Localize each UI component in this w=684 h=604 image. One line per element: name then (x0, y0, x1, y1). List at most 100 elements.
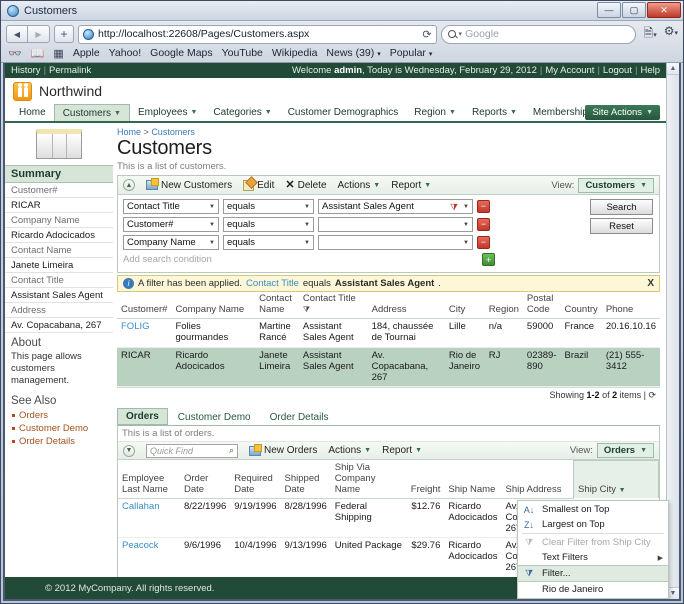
col-contact-name[interactable]: Contact Name (255, 292, 299, 319)
orders-view-selector[interactable]: Orders ▼ (596, 443, 654, 459)
col-employee-last-name[interactable]: Employee Last Name (118, 460, 180, 499)
collapse-icon[interactable]: ▲ (123, 179, 135, 191)
filter-field-select[interactable]: Contact Title ▼ (123, 199, 219, 214)
close-button[interactable]: ✕ (647, 2, 681, 18)
filter-value-input[interactable]: ▼ (318, 217, 473, 232)
alert-filter-link[interactable]: Contact Title (246, 278, 299, 289)
help-link[interactable]: Help (640, 65, 660, 76)
menu-item-smallest-on-top[interactable]: A↓ Smallest on Top (518, 502, 668, 517)
reader-icon[interactable]: 🗎▾ (644, 24, 657, 45)
nav-item-employees[interactable]: Employees ▼ (130, 104, 205, 121)
gear-icon[interactable]: ⚙▾ (664, 24, 678, 45)
view-selector[interactable]: Customers ▼ (578, 177, 654, 193)
actions-menu[interactable]: Actions ▼ (338, 180, 381, 191)
breadcrumb-customers[interactable]: Customers (151, 127, 195, 137)
col-shipped-date[interactable]: Shipped Date (280, 460, 331, 499)
filter-field-select[interactable]: Company Name ▼ (123, 235, 219, 250)
my-account-link[interactable]: My Account (545, 65, 594, 76)
col-ship-via-company-name[interactable]: Ship Via Company Name (330, 460, 407, 499)
new-customers-button[interactable]: New Customers (146, 178, 232, 191)
minimize-button[interactable]: — (597, 2, 621, 18)
add-condition-button[interactable]: + (482, 253, 495, 266)
refresh-icon[interactable]: ⟳ (648, 390, 656, 400)
table-row[interactable]: FOLIG Folies gourmandes Martine Rancé As… (117, 318, 660, 348)
remove-condition-button[interactable]: − (477, 218, 490, 231)
sidebar-link-orders[interactable]: Orders (5, 409, 113, 422)
bookmark-wikipedia[interactable]: Wikipedia (272, 47, 318, 59)
col-order-date[interactable]: Order Date (180, 460, 231, 499)
nav-item-customers[interactable]: Customers ▼ (53, 104, 130, 121)
nav-item-region[interactable]: Region ▼ (406, 104, 464, 121)
alert-close-icon[interactable]: X (647, 278, 654, 289)
menu-item-largest-on-top[interactable]: Z↓ Largest on Top (518, 517, 668, 532)
col-city[interactable]: City (444, 292, 485, 319)
col-company-name[interactable]: Company Name (171, 292, 256, 319)
add-search-condition-label[interactable]: Add search condition (123, 254, 319, 265)
delete-button[interactable]: ✕ Delete (285, 179, 326, 191)
maximize-button[interactable]: ▢ (622, 2, 646, 18)
bookmark-apple[interactable]: Apple (73, 47, 100, 59)
reading-glasses-icon[interactable]: 👓 (8, 47, 22, 60)
filter-operator-select[interactable]: equals ▼ (223, 199, 314, 214)
filter-value-input[interactable]: Assistant Sales Agent ⧩ ▼ (318, 199, 473, 214)
remove-condition-button[interactable]: − (477, 236, 490, 249)
nav-item-customer-demographics[interactable]: Customer Demographics (280, 104, 407, 121)
new-tab-button[interactable]: + (54, 25, 74, 43)
logout-link[interactable]: Logout (603, 65, 632, 76)
filter-operator-select[interactable]: equals ▼ (223, 217, 314, 232)
scroll-up-button[interactable]: ▲ (667, 63, 679, 75)
permalink-link[interactable]: Permalink (49, 65, 91, 76)
bookmark-yahoo[interactable]: Yahoo! (109, 47, 142, 59)
back-button[interactable]: ◀ (6, 25, 28, 43)
bookmark-popular[interactable]: Popular ▾ (390, 47, 433, 59)
address-bar[interactable]: http://localhost:22608/Pages/Customers.a… (78, 24, 437, 44)
col-contact-title[interactable]: Contact Title ⧩ (298, 292, 368, 319)
sidebar-link-order-details[interactable]: Order Details (5, 435, 113, 448)
table-row[interactable]: RICAR Ricardo Adocicados Janete Limeira … (117, 347, 660, 388)
remove-condition-button[interactable]: − (477, 200, 490, 213)
quick-find-input[interactable]: Quick Find ⌕ (146, 443, 238, 458)
cell-customer-number[interactable]: RICAR (117, 347, 172, 388)
reload-icon[interactable]: ⟳ (422, 28, 431, 41)
search-input[interactable]: ▾ Google (440, 24, 636, 44)
col-country[interactable]: Country (560, 292, 602, 319)
col-ship-name[interactable]: Ship Name (444, 460, 502, 499)
nav-item-reports[interactable]: Reports ▼ (464, 104, 525, 121)
clear-filter-icon[interactable]: ⧩ (450, 202, 458, 213)
col-required-date[interactable]: Required Date (230, 460, 281, 499)
orders-report-menu[interactable]: Report ▼ (382, 445, 422, 456)
menu-item-text-filters[interactable]: Text Filters ▶ (518, 550, 668, 565)
col-freight[interactable]: Freight (406, 460, 445, 499)
menu-item-filter[interactable]: ⧩ Filter... (518, 565, 668, 582)
search-icon[interactable]: ⌕ (229, 445, 234, 456)
col-ship-city[interactable]: Ship City ▼ (572, 460, 660, 499)
report-menu[interactable]: Report ▼ (391, 180, 431, 191)
book-icon[interactable]: 📖 (31, 47, 45, 60)
filter-value-input[interactable]: ▼ (318, 235, 473, 250)
col-ship-address[interactable]: Ship Address (501, 460, 574, 499)
col-address[interactable]: Address (367, 292, 445, 319)
bookmark-news[interactable]: News (39) ▾ (326, 47, 380, 59)
cell-employee-last-name[interactable]: Callahan (118, 498, 180, 539)
apps-grid-icon[interactable]: ▦ (53, 47, 63, 60)
bookmark-google-maps[interactable]: Google Maps (150, 47, 212, 59)
search-button[interactable]: Search (590, 199, 653, 215)
sidebar-link-customer-demo[interactable]: Customer Demo (5, 422, 113, 435)
nav-item-categories[interactable]: Categories ▼ (205, 104, 279, 121)
filter-field-select[interactable]: Customer# ▼ (123, 217, 219, 232)
site-actions-button[interactable]: Site Actions ▼ (585, 105, 660, 120)
breadcrumb-home[interactable]: Home (117, 127, 141, 137)
col-customer-number[interactable]: Customer# (117, 292, 172, 319)
edit-button[interactable]: Edit (243, 179, 274, 191)
reset-button[interactable]: Reset (590, 218, 653, 234)
tab-order-details[interactable]: Order Details (260, 409, 338, 426)
expand-icon[interactable]: ▼ (123, 444, 135, 457)
col-phone[interactable]: Phone (601, 292, 660, 319)
forward-button[interactable]: ▶ (28, 25, 50, 43)
new-orders-button[interactable]: New Orders (249, 443, 317, 456)
chevron-down-icon[interactable]: ▼ (619, 487, 626, 494)
orders-actions-menu[interactable]: Actions ▼ (328, 445, 371, 456)
col-postal-code[interactable]: Postal Code (522, 292, 561, 319)
col-region[interactable]: Region (484, 292, 523, 319)
nav-item-home[interactable]: Home (11, 104, 54, 121)
